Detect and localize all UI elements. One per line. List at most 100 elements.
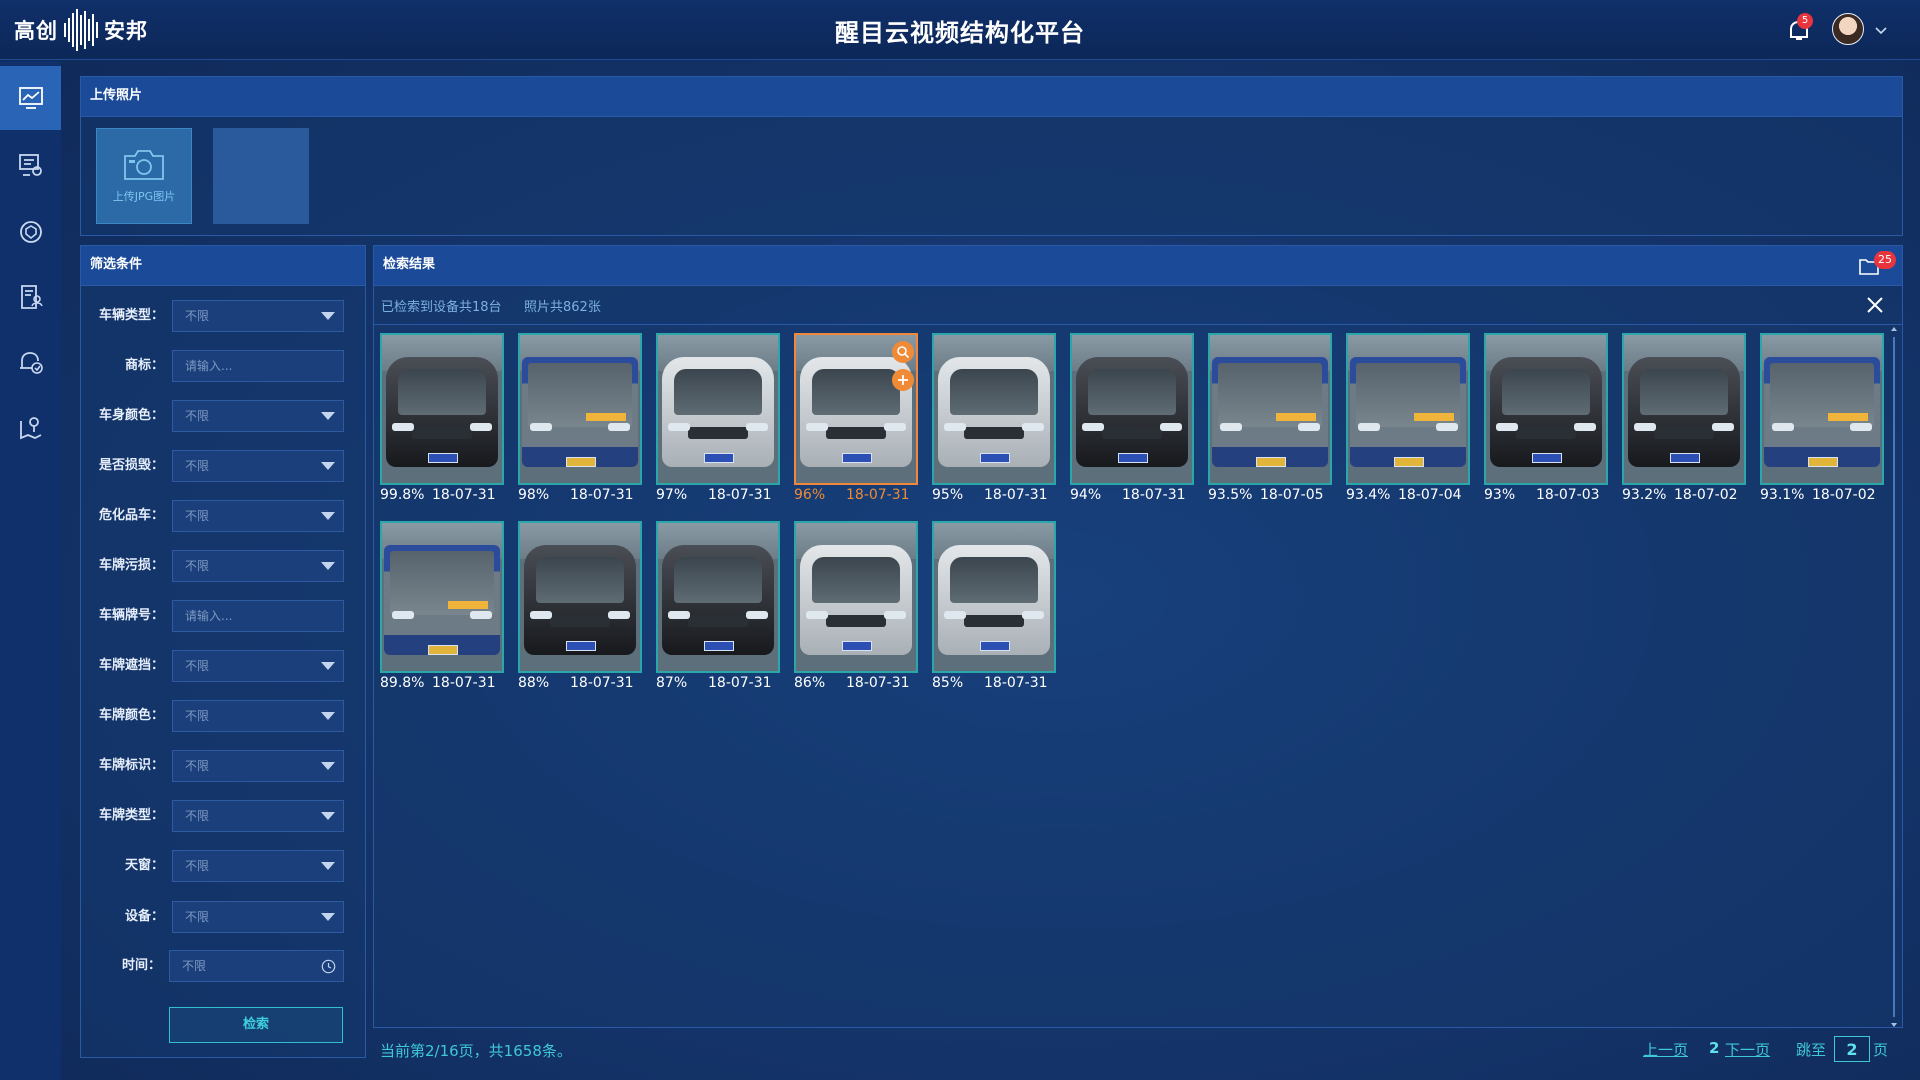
sunroof-select[interactable]: 不限 xyxy=(172,850,344,882)
result-caption: 89.8% 18-07-31 xyxy=(380,675,520,691)
goto-page-input[interactable] xyxy=(1834,1036,1870,1062)
result-card[interactable]: 97% 18-07-31 xyxy=(656,333,780,505)
result-card[interactable]: 88% 18-07-31 xyxy=(518,521,642,693)
upload-jpg-button[interactable]: 上传JPG图片 xyxy=(96,128,192,224)
filter-label: 商标： xyxy=(124,358,164,373)
vehicle-thumbnail[interactable] xyxy=(794,521,918,673)
vehicle-thumbnail[interactable] xyxy=(1622,333,1746,485)
plate-color-select[interactable]: 不限 xyxy=(172,700,344,732)
license-plate xyxy=(1256,457,1286,467)
vehicle-grille xyxy=(964,427,1024,439)
plate-type-select[interactable]: 不限 xyxy=(172,800,344,832)
scroll-up-arrow-icon[interactable] xyxy=(1891,327,1897,331)
select-value: 不限 xyxy=(185,459,210,473)
vehicle-thumbnail[interactable] xyxy=(380,333,504,485)
upload-label: 上传JPG图片 xyxy=(112,190,176,203)
result-card[interactable]: 93.1% 18-07-02 xyxy=(1760,333,1884,505)
license-plate xyxy=(1118,453,1148,463)
result-card[interactable]: 94% 18-07-31 xyxy=(1070,333,1194,505)
scroll-down-arrow-icon[interactable] xyxy=(1891,1023,1897,1027)
vehicle-thumbnail[interactable] xyxy=(1346,333,1470,485)
select-value: 不限 xyxy=(182,959,207,973)
result-card[interactable]: 99.8% 18-07-31 xyxy=(380,333,504,505)
chevron-down-icon[interactable] xyxy=(1873,22,1889,38)
vehicle-thumbnail[interactable] xyxy=(932,521,1056,673)
vehicle-headlight xyxy=(806,423,828,431)
vehicle-headlight xyxy=(608,611,630,619)
result-caption: 93.1% 18-07-02 xyxy=(1760,487,1900,503)
plate-number-input[interactable]: 请输入... xyxy=(172,600,344,632)
select-value: 不限 xyxy=(185,809,210,823)
brand-input[interactable]: 请输入... xyxy=(172,350,344,382)
license-plate xyxy=(704,641,734,651)
vehicle-thumbnail[interactable] xyxy=(1760,333,1884,485)
vehicle-grille xyxy=(1654,427,1714,439)
vehicle-grille xyxy=(826,427,886,439)
filter-label: 时间： xyxy=(121,958,161,973)
nav-alarm[interactable] xyxy=(0,330,61,394)
vehicle-thumbnail[interactable] xyxy=(794,333,918,485)
filter-row-plate-dirty: 车牌污损： 不限 xyxy=(80,550,344,582)
damaged-select[interactable]: 不限 xyxy=(172,450,344,482)
result-caption: 98% 18-07-31 xyxy=(518,487,658,503)
vehicle-thumbnail[interactable] xyxy=(656,521,780,673)
zoom-search-icon[interactable] xyxy=(892,341,914,363)
result-card[interactable]: 96% 18-07-31 xyxy=(794,333,918,505)
vehicle-thumbnail[interactable] xyxy=(518,521,642,673)
vehicle-thumbnail[interactable] xyxy=(1484,333,1608,485)
result-card[interactable]: 93.4% 18-07-04 xyxy=(1346,333,1470,505)
caret-down-icon xyxy=(321,312,335,320)
result-card[interactable]: 85% 18-07-31 xyxy=(932,521,1056,693)
nav-documents[interactable] xyxy=(0,265,61,329)
plate-mark-select[interactable]: 不限 xyxy=(172,750,344,782)
vehicle-thumbnail[interactable] xyxy=(656,333,780,485)
hazmat-select[interactable]: 不限 xyxy=(172,500,344,532)
result-card[interactable]: 93% 18-07-03 xyxy=(1484,333,1608,505)
nav-map[interactable] xyxy=(0,395,61,459)
time-picker[interactable]: 不限 xyxy=(169,950,344,982)
avatar[interactable] xyxy=(1832,13,1864,45)
plate-dirty-select[interactable]: 不限 xyxy=(172,550,344,582)
vehicle-thumbnail[interactable] xyxy=(518,333,642,485)
device-select[interactable]: 不限 xyxy=(172,901,344,933)
result-card[interactable]: 93.5% 18-07-05 xyxy=(1208,333,1332,505)
vehicle-thumbnail[interactable] xyxy=(380,521,504,673)
upload-preview-slot[interactable] xyxy=(213,128,309,224)
close-icon[interactable] xyxy=(1866,296,1884,314)
vehicle-thumbnail[interactable] xyxy=(932,333,1056,485)
result-card[interactable]: 93.2% 18-07-02 xyxy=(1622,333,1746,505)
body-color-select[interactable]: 不限 xyxy=(172,400,344,432)
scroll-track[interactable] xyxy=(1893,337,1895,1017)
result-caption: 93% 18-07-03 xyxy=(1484,487,1624,503)
nav-monitor[interactable] xyxy=(0,66,61,130)
result-card[interactable]: 87% 18-07-31 xyxy=(656,521,780,693)
filter-row-hazmat: 危化品车： 不限 xyxy=(80,500,344,532)
left-nav-rail xyxy=(0,61,61,1080)
nav-list-settings[interactable] xyxy=(0,133,61,197)
add-plus-icon[interactable] xyxy=(892,369,914,391)
vehicle-thumbnail[interactable] xyxy=(1208,333,1332,485)
capture-date: 18-07-05 xyxy=(1260,487,1324,503)
result-caption: 85% 18-07-31 xyxy=(932,675,1072,691)
next-page-link[interactable]: 下一页 xyxy=(1725,1039,1770,1060)
result-card[interactable]: 89.8% 18-07-31 xyxy=(380,521,504,693)
result-card[interactable]: 95% 18-07-31 xyxy=(932,333,1056,505)
prev-page-link[interactable]: 上一页 xyxy=(1643,1039,1688,1060)
similarity-score: 85% xyxy=(932,675,964,691)
select-value: 不限 xyxy=(185,759,210,773)
filter-row-device: 设备： 不限 xyxy=(80,901,344,933)
vehicle-headlight xyxy=(1220,423,1242,431)
vehicle-type-select[interactable]: 不限 xyxy=(172,300,344,332)
plate-occluded-select[interactable]: 不限 xyxy=(172,650,344,682)
nav-target[interactable] xyxy=(0,200,61,264)
vehicle-grille xyxy=(1102,427,1162,439)
result-caption: 94% 18-07-31 xyxy=(1070,487,1210,503)
result-card[interactable]: 98% 18-07-31 xyxy=(518,333,642,505)
vehicle-thumbnail[interactable] xyxy=(1070,333,1194,485)
search-button[interactable]: 检索 xyxy=(169,1007,343,1043)
page-info: 当前第2/16页，共1658条。 xyxy=(380,1042,572,1060)
similarity-score: 93.4% xyxy=(1346,487,1391,503)
result-card[interactable]: 86% 18-07-31 xyxy=(794,521,918,693)
results-scrollbar[interactable] xyxy=(1891,327,1897,1027)
vehicle-windshield xyxy=(812,557,900,603)
